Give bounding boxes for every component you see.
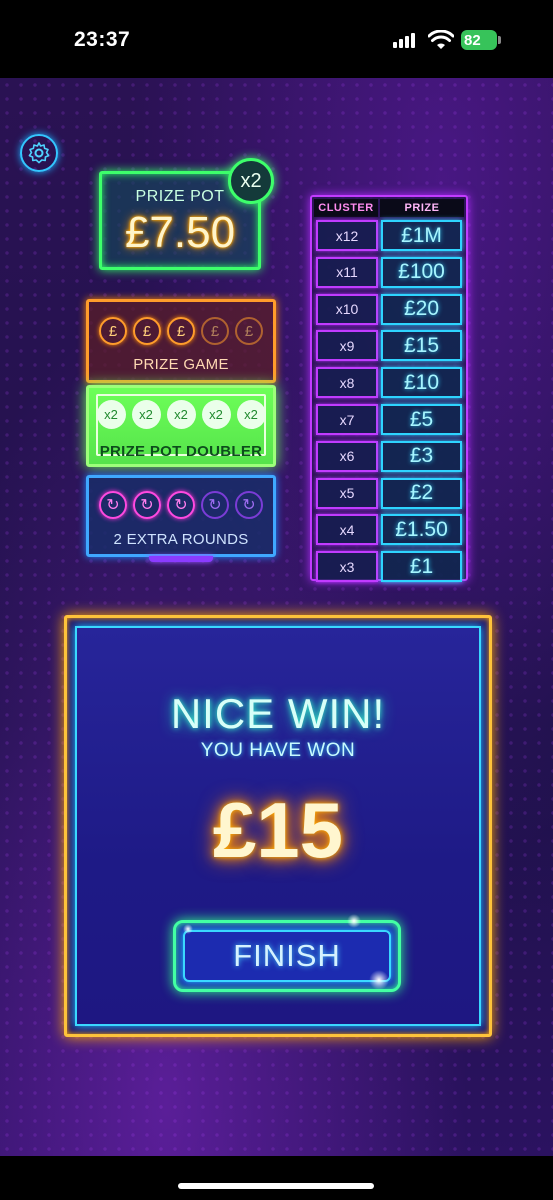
pound-coin-icon: £ [133, 317, 161, 345]
paytable-cluster: x4 [316, 514, 378, 546]
coin-row: £ £ £ £ £ [89, 317, 273, 345]
paytable-header: CLUSTER PRIZE [314, 199, 464, 217]
pound-coin-icon: £ [235, 317, 263, 345]
prize-pot-doubler-panel: x2 x2 x2 x2 x2 PRIZE POT DOUBLER [86, 385, 276, 467]
doubler-chip: x2 [236, 400, 266, 429]
pound-coin-icon: £ [201, 317, 229, 345]
paytable-prize: £2 [381, 477, 462, 509]
round-row: ↻ ↻ ↻ ↻ ↻ [89, 491, 273, 519]
extra-rounds-panel: ↻ ↻ ↻ ↻ ↻ 2 EXTRA ROUNDS [86, 475, 276, 562]
paytable-header-cluster: CLUSTER [314, 199, 378, 217]
paytable-row: x8 £10 [316, 367, 462, 399]
pound-coin-icon: £ [167, 317, 195, 345]
paytable-row: x10 £20 [316, 293, 462, 325]
paytable-prize: £10 [381, 367, 462, 399]
doubler-label: PRIZE POT DOUBLER [99, 443, 263, 460]
paytable-cluster: x9 [316, 330, 378, 362]
win-dialog: NICE WIN! YOU HAVE WON £15 FINISH [64, 615, 492, 1037]
game-stage: PRIZE POT £7.50 x2 £ £ £ £ £ PRIZE GAME x2 x… [0, 78, 553, 1156]
status-time: 23:37 [74, 28, 131, 51]
settings-button[interactable] [20, 134, 58, 172]
refresh-round-icon: ↻ [235, 491, 263, 519]
paytable-prize: £1 [381, 551, 462, 583]
prize-game-label: PRIZE GAME [133, 356, 229, 373]
paytable-cluster: x5 [316, 477, 378, 509]
win-title: NICE WIN! [170, 690, 386, 737]
refresh-round-icon: ↻ [167, 491, 195, 519]
paytable-header-prize: PRIZE [380, 199, 464, 217]
finish-label: FINISH [183, 930, 391, 982]
doubler-chip: x2 [166, 400, 196, 429]
doubler-chip: x2 [201, 400, 231, 429]
paytable-prize: £1M [381, 220, 462, 251]
paytable-prize: £15 [381, 330, 462, 362]
doubler-chip: x2 [131, 400, 161, 429]
refresh-round-icon: ↻ [99, 491, 127, 519]
cellular-signal-icon [393, 33, 417, 48]
gear-icon [28, 142, 50, 164]
paytable-prize: £100 [381, 256, 462, 288]
win-subtitle: YOU HAVE WON [200, 740, 356, 761]
sparkle [347, 914, 361, 928]
paytable-cluster: x6 [316, 440, 378, 472]
paytable-prize: £3 [381, 440, 462, 472]
win-amount: £15 [212, 786, 344, 874]
battery-level: 82 [464, 32, 481, 49]
status-bar: 23:37 82 [0, 0, 553, 78]
paytable-row: x3 £1 [316, 551, 462, 583]
doubler-chip: x2 [96, 400, 126, 429]
refresh-round-icon: ↻ [201, 491, 229, 519]
paytable-row: x12 £1M [316, 220, 462, 251]
paytable-prize: £5 [381, 404, 462, 435]
paytable-row: x7 £5 [316, 404, 462, 435]
refresh-round-icon: ↻ [133, 491, 161, 519]
paytable-row: x11 £100 [316, 256, 462, 288]
paytable-row: x5 £2 [316, 477, 462, 509]
prize-game-panel: £ £ £ £ £ PRIZE GAME [86, 299, 276, 383]
paytable-row: x6 £3 [316, 440, 462, 472]
paytable: CLUSTER PRIZE x12 £1M x11 £100 x10 £20 x9 £15 x8… [310, 195, 468, 583]
home-indicator[interactable] [178, 1183, 374, 1189]
paytable-cluster: x12 [316, 220, 378, 251]
sparkle [183, 924, 193, 934]
battery-icon: 82 [461, 30, 501, 50]
wifi-icon [428, 30, 454, 49]
paytable-cluster: x8 [316, 367, 378, 399]
paytable-prize: £20 [381, 293, 462, 325]
prize-pot-value: £7.50 [124, 208, 236, 257]
doubler-chip-row: x2 x2 x2 x2 x2 [89, 400, 273, 429]
sparkle [369, 970, 389, 990]
paytable-cluster: x7 [316, 404, 378, 435]
paytable-prize: £1.50 [381, 514, 462, 546]
paytable-cluster: x10 [316, 293, 378, 325]
paytable-cluster: x3 [316, 551, 378, 583]
extra-rounds-label: 2 EXTRA ROUNDS [113, 531, 249, 548]
pound-coin-icon: £ [99, 317, 127, 345]
paytable-row: x4 £1.50 [316, 514, 462, 546]
finish-button[interactable]: FINISH [173, 920, 401, 992]
multiplier-badge: x2 [228, 158, 274, 204]
paytable-row: x9 £15 [316, 330, 462, 362]
paytable-cluster: x11 [316, 256, 378, 288]
